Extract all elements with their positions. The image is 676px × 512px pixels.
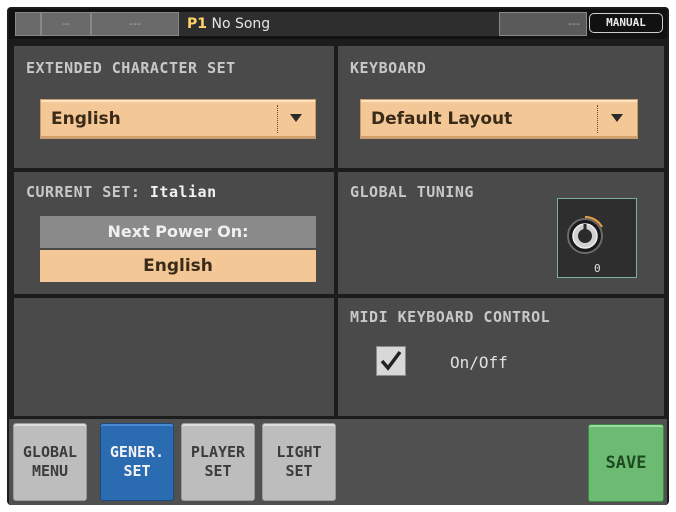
status-segment-3: --- xyxy=(499,12,587,36)
tab-label: GLOBAL xyxy=(22,443,78,461)
keyboard-layout-dropdown[interactable]: Default Layout xyxy=(360,99,638,139)
current-set-label: CURRENT SET: Italian xyxy=(26,183,217,201)
tab-label: GENER. xyxy=(109,443,165,461)
save-button[interactable]: SAVE xyxy=(588,424,664,502)
extended-charset-panel: EXTENDED CHARACTER SET English xyxy=(14,46,334,168)
status-segment-2: --- xyxy=(91,12,179,36)
midi-control-checkbox-label: On/Off xyxy=(450,353,508,372)
tab-general-set[interactable]: GENER. SET xyxy=(100,423,174,501)
tab-light-set[interactable]: LIGHT SET xyxy=(262,423,336,501)
tab-label: SET xyxy=(204,462,232,480)
next-power-on-label: Next Power On: xyxy=(40,216,316,248)
keyboard-label: KEYBOARD xyxy=(350,59,427,77)
midi-control-panel: MIDI KEYBOARD CONTROL On/Off xyxy=(338,298,664,416)
manual-mode-badge[interactable]: MANUAL xyxy=(589,13,663,33)
extended-charset-value: English xyxy=(51,109,121,129)
current-set-caption: CURRENT SET: xyxy=(26,183,141,201)
tab-label: PLAYER xyxy=(190,443,246,461)
global-tuning-panel: GLOBAL TUNING 0 xyxy=(338,172,664,294)
extended-charset-label: EXTENDED CHARACTER SET xyxy=(26,59,236,77)
global-tuning-label: GLOBAL TUNING xyxy=(350,183,474,201)
keyboard-layout-value: Default Layout xyxy=(371,109,513,129)
global-tuning-knob[interactable]: 0 xyxy=(557,198,637,278)
tab-label: SET xyxy=(123,462,151,480)
chevron-down-icon xyxy=(611,114,623,122)
tab-label: SET xyxy=(285,462,313,480)
chevron-down-icon xyxy=(290,114,302,122)
keyboard-panel: KEYBOARD Default Layout xyxy=(338,46,664,168)
dropdown-separator xyxy=(277,105,280,133)
extended-charset-dropdown[interactable]: English xyxy=(40,99,316,139)
current-set-panel: CURRENT SET: Italian Next Power On: Engl… xyxy=(14,172,334,294)
song-title: No Song xyxy=(211,16,271,32)
tab-label: MENU xyxy=(31,462,69,480)
status-segment xyxy=(15,12,41,36)
song-prefix: P1 xyxy=(187,16,208,32)
tab-player-set[interactable]: PLAYER SET xyxy=(181,423,255,501)
current-set-value: Italian xyxy=(149,183,217,201)
midi-control-checkbox[interactable] xyxy=(376,346,406,376)
checkmark-icon xyxy=(380,350,402,371)
status-bar: -- --- P1 No Song --- MANUAL xyxy=(9,9,667,39)
dropdown-separator xyxy=(597,105,600,133)
next-power-on-value: English xyxy=(40,250,316,282)
tab-label: LIGHT xyxy=(276,443,322,461)
song-display[interactable]: P1 No Song xyxy=(179,12,499,36)
empty-panel xyxy=(14,298,334,416)
midi-control-label: MIDI KEYBOARD CONTROL xyxy=(350,308,551,326)
tab-global-menu[interactable]: GLOBAL MENU xyxy=(13,423,87,501)
status-segment-1: -- xyxy=(41,12,91,36)
global-tuning-value: 0 xyxy=(594,262,601,275)
